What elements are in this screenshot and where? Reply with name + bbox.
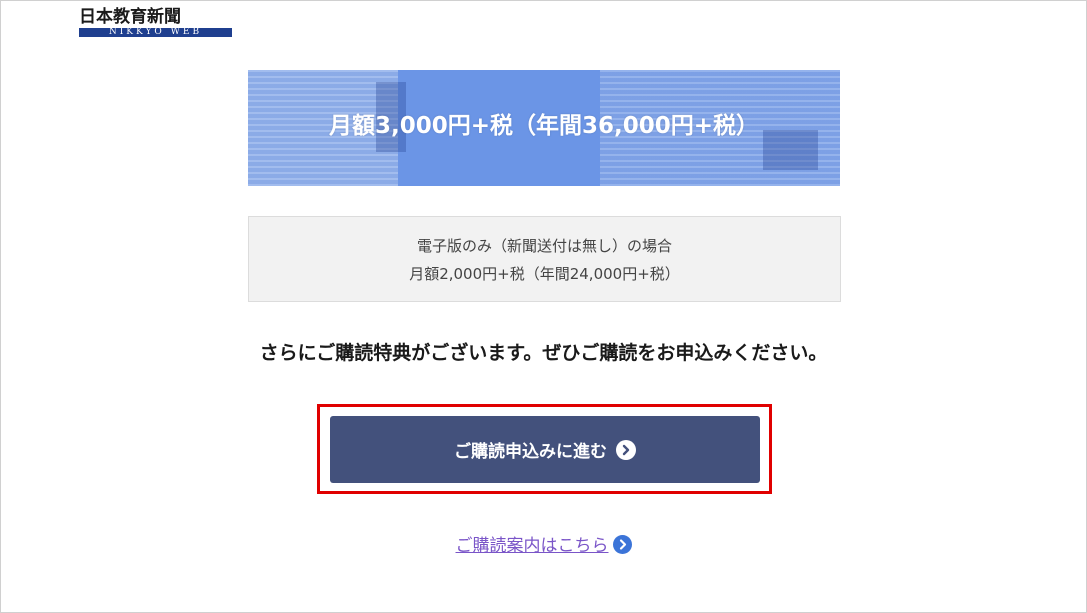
subscribe-button-label: ご購読申込みに進む	[454, 442, 607, 462]
digital-only-price: 月額2,000円+税（年間24,000円+税）	[409, 265, 680, 283]
page-frame: 日本教育新聞 NIKKYO WEB 月額3,000円+税（年間36,000円+税…	[0, 0, 1087, 613]
logo-english-text: NIKKYO WEB	[79, 28, 232, 37]
logo-japanese-text: 日本教育新聞	[79, 7, 181, 27]
chevron-right-circle-icon	[616, 439, 636, 460]
guide-link-row: ご購読案内はこちら	[1, 533, 1086, 559]
banner-price-text: 月額3,000円+税（年間36,000円+税）	[328, 113, 760, 139]
digital-only-price-box: 電子版のみ（新聞送付は無し）の場合 月額2,000円+税（年間24,000円+税…	[248, 216, 841, 302]
subscription-guide-link[interactable]: ご購読案内はこちら	[456, 536, 609, 556]
subscription-message: さらにご購読特典がございます。ぜひご購読をお申込みください。	[259, 342, 828, 364]
subscribe-button[interactable]: ご購読申込みに進む	[330, 416, 760, 483]
nikkyo-web-logo[interactable]: 日本教育新聞 NIKKYO WEB	[79, 8, 232, 37]
digital-only-label: 電子版のみ（新聞送付は無し）の場合	[416, 237, 672, 255]
chevron-right-circle-icon[interactable]	[612, 535, 632, 554]
price-banner: 月額3,000円+税（年間36,000円+税）	[248, 70, 840, 186]
